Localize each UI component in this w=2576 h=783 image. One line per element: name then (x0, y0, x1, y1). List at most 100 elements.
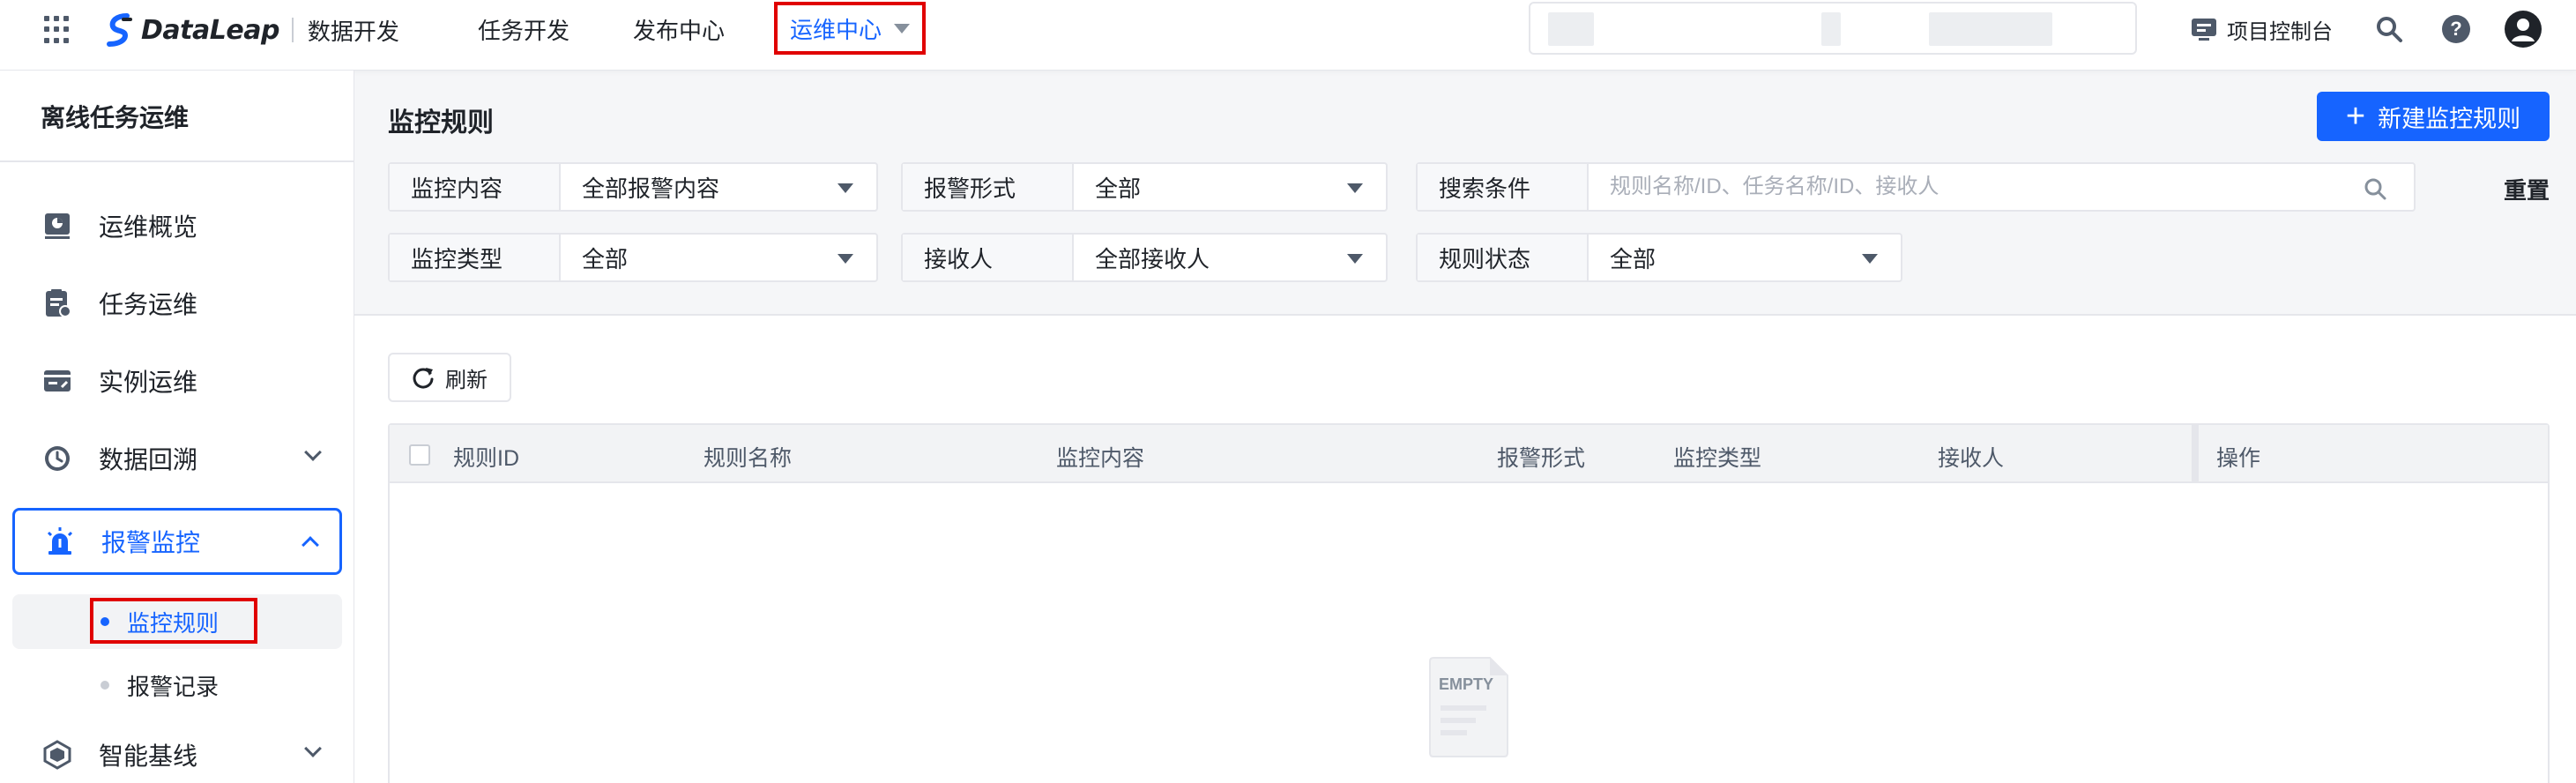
filter-label: 监控类型 (390, 235, 561, 280)
chevron-down-icon (304, 444, 322, 461)
monitor-content-select[interactable]: 全部报警内容 (561, 164, 876, 210)
refresh-icon (413, 368, 434, 389)
search-icon[interactable] (2363, 176, 2387, 201)
sidebar-title: 离线任务运维 (41, 104, 190, 131)
select-all-checkbox[interactable] (409, 444, 430, 466)
filter-monitor-type: 监控类型 全部 (388, 233, 878, 282)
rule-status-select[interactable]: 全部 (1589, 235, 1901, 280)
console-icon (2192, 19, 2216, 41)
project-selector[interactable] (1529, 2, 2137, 55)
brand-name: DataLeap (141, 14, 279, 46)
select-value: 全部 (1095, 175, 1142, 202)
sidebar-item-label: 实例运维 (99, 369, 198, 396)
column-header-actions: 操作 (2216, 446, 2261, 471)
task-icon (46, 289, 71, 317)
search-input[interactable] (1589, 164, 2414, 210)
help-icon: ? (2442, 15, 2470, 43)
sidebar-item-alarm-monitor[interactable]: 报警监控 (12, 508, 342, 575)
caret-down-icon (1347, 183, 1363, 193)
alarm-form-select[interactable]: 全部 (1074, 164, 1386, 210)
sidebar-item-instance-ops[interactable]: 实例运维 (12, 347, 342, 414)
topnav-release-center[interactable]: 发布中心 (633, 0, 725, 58)
sidebar-subitem-monitor-rules[interactable]: 监控规则 (12, 594, 342, 649)
sidebar-item-label: 报警监控 (101, 529, 201, 556)
filter-rule-status: 规则状态 全部 (1416, 233, 1902, 282)
select-value: 全部报警内容 (582, 175, 720, 202)
avatar-icon (2505, 11, 2542, 48)
topnav-ops-center[interactable]: 运维中心 (774, 2, 927, 55)
chevron-down-icon (894, 23, 911, 34)
sidebar-item-smart-baseline[interactable]: 智能基线 (12, 721, 342, 783)
redacted-block (1548, 12, 1594, 46)
search-button[interactable] (2375, 7, 2403, 51)
receiver-select[interactable]: 全部接收人 (1074, 235, 1386, 280)
caret-down-icon (1862, 254, 1878, 264)
column-header-rule-id[interactable]: 规则ID (453, 441, 519, 473)
page-title: 监控规则 (388, 108, 494, 138)
column-header-monitor-content[interactable]: 监控内容 (1056, 441, 1144, 473)
sidebar-item-overview[interactable]: 运维概览 (12, 192, 342, 259)
search-icon (2377, 17, 2402, 42)
empty-state-icon: EMPTY (1429, 657, 1508, 757)
project-console-link[interactable]: 项目控制台 (2190, 7, 2333, 51)
refresh-button[interactable]: 刷新 (388, 353, 511, 402)
select-value: 全部 (582, 245, 629, 272)
baseline-icon (43, 740, 71, 770)
reset-button[interactable]: 重置 (2504, 173, 2550, 205)
filter-label: 接收人 (903, 235, 1074, 280)
sidebar-item-label: 数据回溯 (99, 446, 198, 474)
sidebar-item-label: 任务运维 (99, 291, 198, 318)
caret-down-icon (838, 254, 853, 264)
topnav-ops-center-label: 运维中心 (790, 16, 882, 43)
chevron-up-icon (302, 536, 319, 554)
top-bar: DataLeap 数据开发 任务开发 发布中心 运维中心 项目控制台 ? (0, 0, 2576, 71)
project-console-label: 项目控制台 (2227, 19, 2333, 44)
instance-icon (44, 370, 71, 392)
filter-receiver: 接收人 全部接收人 (901, 233, 1388, 282)
filter-label: 报警形式 (903, 164, 1074, 210)
column-header-rule-name[interactable]: 规则名称 (704, 441, 792, 473)
sidebar-item-label: 智能基线 (99, 742, 198, 770)
redacted-block (1929, 12, 2052, 46)
sidebar-divider (0, 160, 354, 162)
filter-monitor-content: 监控内容 全部报警内容 (388, 162, 878, 212)
column-resize-handle[interactable] (2192, 425, 2199, 481)
filter-label: 监控内容 (390, 164, 561, 210)
filter-alarm-form: 报警形式 全部 (901, 162, 1388, 212)
dashboard-icon (45, 213, 70, 239)
monitor-type-select[interactable]: 全部 (561, 235, 876, 280)
redacted-block (1821, 12, 1841, 46)
logo-divider (291, 18, 294, 42)
filter-search: 搜索条件 (1416, 162, 2416, 212)
user-avatar[interactable] (2504, 7, 2542, 51)
empty-label: EMPTY (1439, 675, 1493, 693)
caret-down-icon (1347, 254, 1363, 264)
help-button[interactable]: ? (2442, 7, 2470, 51)
sidebar: 离线任务运维 运维概览 任务运维 实例运维 数据回溯 报警监控 监控规则 报警记… (0, 71, 354, 783)
history-icon (45, 446, 70, 471)
refresh-label: 刷新 (445, 368, 488, 392)
sidebar-subitem-label: 报警记录 (127, 673, 220, 700)
dataleap-logo-icon (107, 13, 132, 47)
column-header-receiver[interactable]: 接收人 (1938, 441, 2004, 473)
column-header-alarm-form[interactable]: 报警形式 (1497, 441, 1585, 473)
sidebar-item-task-ops[interactable]: 任务运维 (12, 270, 342, 337)
filter-label: 搜索条件 (1418, 164, 1589, 210)
select-value: 全部接收人 (1095, 245, 1210, 272)
chevron-down-icon (304, 740, 322, 757)
apps-grid-icon[interactable] (44, 16, 72, 44)
alarm-icon (47, 527, 73, 555)
new-monitor-rule-button[interactable]: + 新建监控规则 (2317, 92, 2550, 141)
column-header-monitor-type[interactable]: 监控类型 (1673, 441, 1761, 473)
highlight-box (90, 598, 257, 644)
select-value: 全部 (1610, 245, 1657, 272)
logo[interactable]: DataLeap 数据开发 (104, 9, 399, 51)
caret-down-icon (838, 183, 853, 193)
table-header: 规则ID 规则名称 监控内容 报警形式 监控类型 接收人 操作 (390, 425, 2548, 483)
sidebar-item-data-backfill[interactable]: 数据回溯 (12, 425, 342, 492)
topnav-task-dev[interactable]: 任务开发 (478, 0, 570, 58)
bullet-dot (101, 681, 109, 690)
sidebar-subitem-alarm-records[interactable]: 报警记录 (12, 658, 342, 712)
plus-icon: + (2345, 98, 2366, 135)
product-name: 数据开发 (307, 18, 399, 45)
